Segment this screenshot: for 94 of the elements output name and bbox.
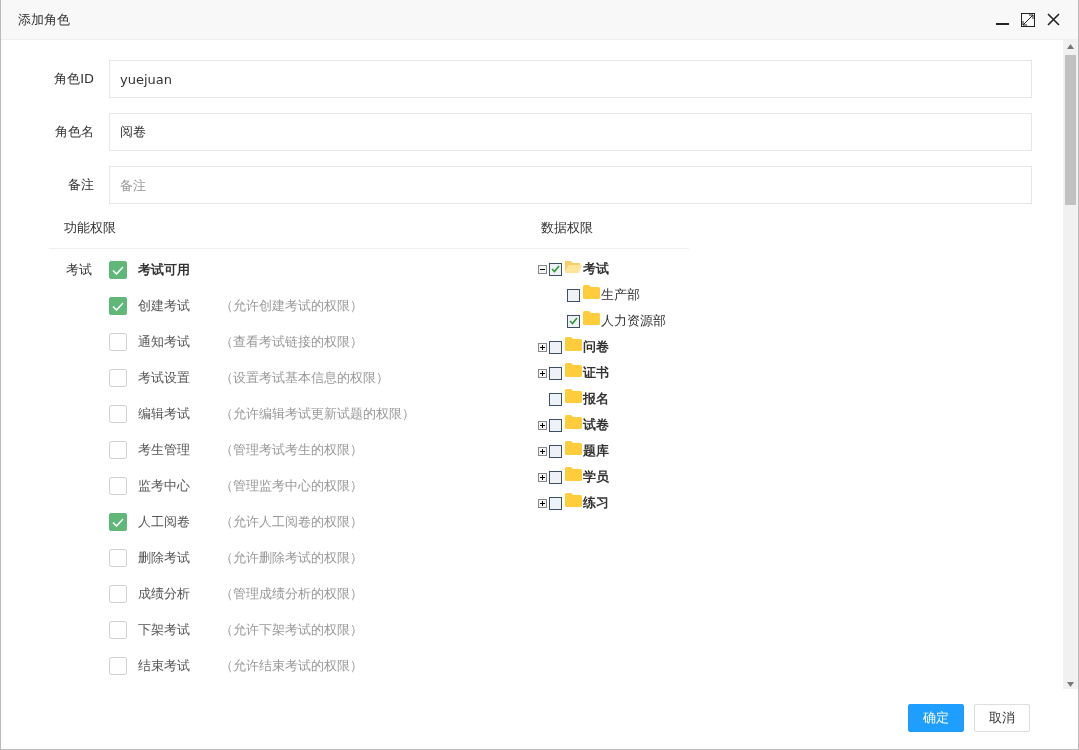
check-icon (112, 265, 124, 275)
check-icon (569, 317, 578, 325)
check-icon (112, 517, 124, 527)
checkbox[interactable] (109, 477, 127, 495)
folder-icon (565, 493, 582, 507)
field-label: 角色ID (53, 70, 94, 88)
input-field[interactable]: 备注 (109, 166, 1032, 204)
permission-description: （管理成绩分析的权限） (220, 585, 363, 603)
check-icon (112, 301, 124, 311)
permission-description: （设置考试基本信息的权限） (220, 369, 389, 387)
input-field[interactable]: yuejuan (109, 60, 1032, 98)
scroll-down-icon[interactable] (1067, 682, 1074, 687)
folder-icon (583, 285, 600, 299)
permission-label: 考试设置 (138, 369, 191, 387)
permission-description: （查看考试链接的权限） (220, 333, 363, 351)
checkbox[interactable] (109, 261, 127, 279)
expand-icon[interactable] (538, 446, 549, 456)
tree-node-label[interactable]: 练习 (583, 494, 609, 512)
tree-node-label[interactable]: 题库 (583, 442, 609, 460)
tree-node-label[interactable]: 报名 (583, 390, 609, 408)
checkbox[interactable] (109, 333, 127, 351)
scrollbar-thumb[interactable] (1065, 55, 1076, 205)
checkbox[interactable] (109, 405, 127, 423)
permission-description: （管理监考中心的权限） (220, 477, 363, 495)
expand-icon[interactable] (538, 342, 549, 352)
expand-icon[interactable] (538, 420, 549, 430)
checkbox[interactable] (109, 657, 127, 675)
tree-node-label[interactable]: 证书 (583, 364, 609, 382)
expand-icon[interactable] (538, 472, 549, 482)
check-icon (551, 265, 560, 273)
permission-label: 结束考试 (138, 657, 191, 675)
group-label: 考试 (66, 261, 93, 279)
permission-description: （允许编辑考试更新试题的权限） (220, 405, 415, 423)
tree-checkbox[interactable] (567, 288, 580, 302)
permission-label: 成绩分析 (138, 585, 191, 603)
maximize-icon[interactable] (1021, 12, 1035, 27)
scrollbar[interactable] (1063, 40, 1078, 689)
permission-label: 考生管理 (138, 441, 191, 459)
collapse-icon[interactable] (538, 264, 549, 274)
tree-node-label[interactable]: 试卷 (583, 416, 609, 434)
permission-label: 监考中心 (138, 477, 191, 495)
checkbox[interactable] (109, 441, 127, 459)
tree-checkbox[interactable] (549, 470, 562, 484)
section-heading: 功能权限 (64, 219, 117, 237)
folder-icon (565, 467, 582, 481)
permission-description: （允许删除考试的权限） (220, 549, 363, 567)
input-field[interactable]: 阅卷 (109, 113, 1032, 151)
folder-icon (583, 311, 600, 325)
folder-icon (565, 389, 582, 403)
folder-icon (565, 363, 582, 377)
checkbox[interactable] (109, 369, 127, 387)
permission-label: 考试可用 (138, 261, 191, 279)
tree-node-label[interactable]: 人力资源部 (601, 312, 666, 330)
field-label: 备注 (67, 176, 94, 194)
close-icon[interactable] (1047, 13, 1060, 26)
permission-description: （允许人工阅卷的权限） (220, 513, 363, 531)
folder-icon (565, 337, 582, 351)
permission-label: 删除考试 (138, 549, 191, 567)
permission-label: 下架考试 (138, 621, 191, 639)
scroll-up-icon[interactable] (1067, 44, 1074, 49)
permission-description: （允许下架考试的权限） (220, 621, 363, 639)
expand-icon[interactable] (538, 368, 549, 378)
permission-label: 通知考试 (138, 333, 191, 351)
tree-checkbox[interactable] (549, 444, 562, 458)
folder-icon (565, 259, 582, 273)
tree-checkbox[interactable] (549, 496, 562, 510)
tree-checkbox[interactable] (549, 418, 562, 432)
checkbox[interactable] (109, 513, 127, 531)
permission-label: 编辑考试 (138, 405, 191, 423)
tree-checkbox[interactable] (567, 314, 580, 328)
window-title: 添加角色 (18, 10, 70, 29)
checkbox[interactable] (109, 585, 127, 603)
folder-icon (565, 415, 582, 429)
checkbox[interactable] (109, 297, 127, 315)
section-heading: 数据权限 (541, 219, 593, 237)
tree-node-label[interactable]: 生产部 (601, 286, 640, 304)
permission-label: 人工阅卷 (138, 513, 191, 531)
tree-node-label[interactable]: 问卷 (583, 338, 609, 356)
folder-icon (565, 441, 582, 455)
tree-node-label[interactable]: 考试 (583, 260, 609, 278)
permission-label: 创建考试 (138, 297, 191, 315)
expand-icon[interactable] (538, 498, 549, 508)
checkbox[interactable] (109, 621, 127, 639)
checkbox[interactable] (109, 549, 127, 567)
tree-node-label[interactable]: 学员 (583, 468, 609, 486)
permission-description: （允许创建考试的权限） (220, 297, 363, 315)
cancel-button[interactable]: 取消 (974, 704, 1030, 732)
tree-checkbox[interactable] (549, 262, 562, 276)
tree-checkbox[interactable] (549, 340, 562, 354)
permission-description: （管理考试考生的权限） (220, 441, 363, 459)
tree-checkbox[interactable] (549, 366, 562, 380)
permission-description: （允许结束考试的权限） (220, 657, 363, 675)
field-label: 角色名 (54, 123, 94, 141)
tree-checkbox[interactable] (549, 392, 562, 406)
